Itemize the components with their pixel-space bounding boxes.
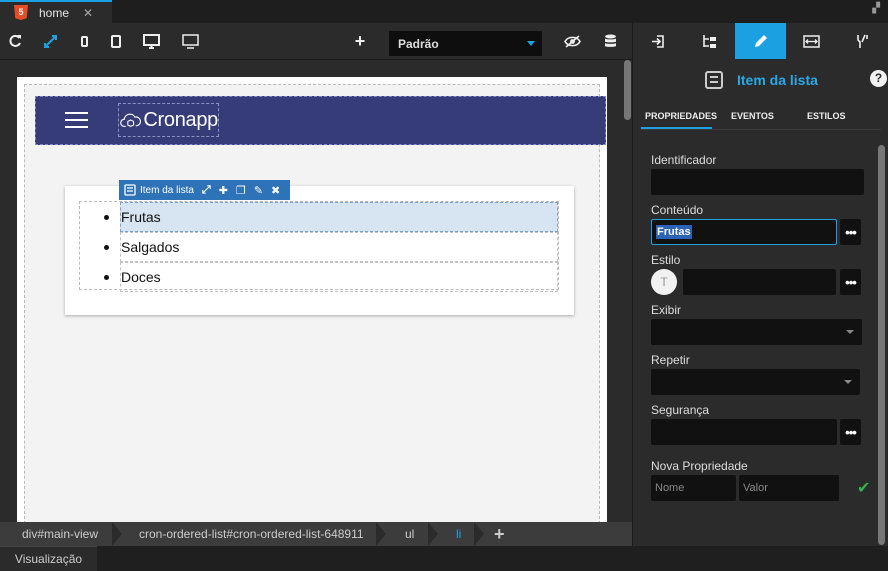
- add-icon[interactable]: +: [351, 31, 369, 51]
- exibir-select[interactable]: [651, 319, 862, 345]
- desktop-icon[interactable]: [142, 32, 160, 50]
- check-icon[interactable]: ✔: [857, 478, 870, 498]
- crumb-ul[interactable]: ul: [405, 522, 414, 546]
- list-item-salgados[interactable]: Salgados: [104, 232, 558, 262]
- database-icon[interactable]: [601, 32, 619, 50]
- copy-icon[interactable]: ❐: [236, 184, 246, 197]
- selection-label: Item da lista: [140, 184, 194, 196]
- text-style-icon[interactable]: T: [651, 269, 677, 295]
- list-item-doces[interactable]: Doces: [104, 262, 558, 292]
- estilo-input[interactable]: [683, 269, 836, 295]
- delete-icon[interactable]: ✖: [271, 184, 280, 197]
- repetir-label: Repetir: [651, 353, 690, 367]
- selection-toolbar[interactable]: Item da lista ⤢ ✚ ❐ ✎ ✖: [119, 180, 290, 200]
- theme-select[interactable]: Padrão: [389, 31, 542, 56]
- phone-icon[interactable]: [75, 32, 93, 50]
- ordered-list[interactable]: Frutas Salgados Doces: [79, 201, 559, 292]
- list-item-text: Frutas: [121, 209, 161, 225]
- new-property-name-input[interactable]: Nome: [651, 475, 736, 501]
- subtab-eventos[interactable]: EVENTOS: [731, 111, 774, 121]
- help-icon[interactable]: ?: [870, 70, 887, 87]
- app-navbar[interactable]: Cronapp: [35, 96, 606, 145]
- element-breadcrumb: div#main-view cron-ordered-list#cron-ord…: [0, 522, 632, 546]
- conteudo-value: Frutas: [656, 225, 692, 239]
- expand-icon[interactable]: ⤢: [202, 184, 211, 197]
- magic-wand-icon[interactable]: ✎: [254, 184, 263, 197]
- crumb-ordered-list[interactable]: cron-ordered-list#cron-ordered-list-6489…: [139, 522, 364, 546]
- crumb-li[interactable]: li: [456, 522, 461, 546]
- tab-visualizacao[interactable]: Visualização: [0, 546, 97, 571]
- main-view[interactable]: Cronapp Frutas Salgados Doces Item da li…: [24, 84, 606, 522]
- subtab-estilos[interactable]: ESTILOS: [807, 111, 846, 121]
- pencil-icon[interactable]: [735, 23, 786, 59]
- close-tab-icon[interactable]: ✕: [83, 6, 93, 20]
- theme-select-value: Padrão: [398, 36, 439, 51]
- chevron-down-icon: [527, 41, 535, 46]
- exibir-label: Exibir: [651, 303, 682, 317]
- panel-tabs: [633, 23, 888, 59]
- move-icon[interactable]: ✚: [219, 184, 228, 197]
- design-canvas: Cronapp Frutas Salgados Doces Item da li…: [0, 60, 632, 522]
- designer-toolbar: + Padrão: [0, 23, 632, 60]
- cloud-icon: [120, 113, 141, 128]
- hierarchy-icon[interactable]: [684, 23, 735, 59]
- eye-off-icon[interactable]: [563, 32, 581, 50]
- subtab-propriedades[interactable]: PROPRIEDADES: [645, 111, 717, 121]
- list-item-text: Doces: [121, 269, 161, 285]
- list-item-icon: [124, 184, 136, 196]
- panel-title: Item da lista: [737, 72, 818, 88]
- estilo-more-button[interactable]: •••: [840, 269, 861, 295]
- brand-name: Cronapp: [143, 108, 218, 131]
- seguranca-label: Segurança: [651, 403, 710, 417]
- list-item-frutas[interactable]: Frutas: [104, 202, 558, 232]
- fullscreen-icon[interactable]: [41, 32, 59, 50]
- resize-horizontal-icon[interactable]: [786, 23, 837, 59]
- crumb-main-view[interactable]: div#main-view: [22, 522, 98, 546]
- nova-propriedade-label: Nova Propriedade: [651, 459, 748, 473]
- conteudo-input[interactable]: Frutas: [651, 219, 837, 245]
- wizard-icon[interactable]: [837, 23, 888, 59]
- page-frame: Cronapp Frutas Salgados Doces Item da li…: [17, 77, 607, 522]
- estilo-label: Estilo: [651, 253, 681, 267]
- restore-window-icon[interactable]: ▞: [872, 3, 880, 14]
- tab-home[interactable]: 5 home ✕: [0, 0, 112, 23]
- panel-header: Item da lista ?: [633, 59, 888, 101]
- identificador-input[interactable]: [651, 169, 864, 195]
- brand-logo[interactable]: Cronapp: [118, 103, 219, 137]
- html5-icon: 5: [14, 5, 28, 20]
- list-item-icon: [705, 71, 723, 89]
- list-card[interactable]: Frutas Salgados Doces: [65, 186, 574, 315]
- add-element-icon[interactable]: +: [494, 522, 505, 546]
- menu-icon[interactable]: [65, 112, 88, 128]
- new-property-value-input[interactable]: Valor: [739, 475, 839, 501]
- conteudo-more-button[interactable]: •••: [840, 219, 861, 245]
- import-icon[interactable]: [633, 23, 684, 59]
- tab-label: home: [39, 5, 70, 20]
- tablet-icon[interactable]: [107, 32, 125, 50]
- canvas-scrollbar[interactable]: [624, 60, 631, 522]
- seguranca-input[interactable]: [651, 419, 837, 445]
- repetir-select[interactable]: [651, 369, 860, 395]
- monitor-icon[interactable]: [181, 32, 199, 50]
- conteudo-label: Conteúdo: [651, 203, 704, 217]
- editor-tab-bar: 5 home ✕ ▞: [0, 0, 888, 23]
- list-item-text: Salgados: [121, 239, 180, 255]
- panel-scrollbar[interactable]: [878, 145, 885, 545]
- seguranca-more-button[interactable]: •••: [840, 419, 861, 445]
- properties-panel: Item da lista ? PROPRIEDADES EVENTOS EST…: [632, 23, 888, 546]
- identificador-label: Identificador: [651, 153, 717, 167]
- bottom-bar: Visualização: [0, 546, 888, 571]
- refresh-icon[interactable]: [6, 32, 24, 50]
